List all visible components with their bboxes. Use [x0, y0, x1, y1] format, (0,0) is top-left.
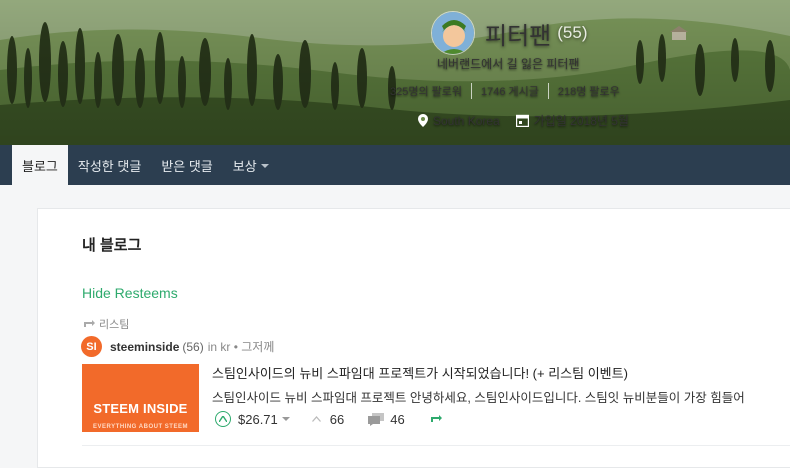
resteem-button[interactable] [430, 414, 443, 424]
post-category-time[interactable]: in kr • 그저께 [208, 338, 275, 355]
stats-divider [471, 83, 473, 99]
thumbnail-subtext: EVERYTHING ABOUT STEEM [93, 424, 188, 430]
resteem-icon [430, 415, 442, 422]
post-divider [82, 445, 790, 446]
profile-about: 네버랜드에서 길 잃은 피터팬 [437, 57, 580, 71]
comments-count[interactable]: 46 [368, 411, 405, 427]
profile-location: South Korea [433, 113, 500, 128]
payout-value[interactable]: $26.71 [238, 412, 278, 427]
tab-blog-label: 블로그 [22, 158, 58, 174]
location-pin-icon [418, 114, 428, 127]
posts-count: 1746 게시글 [481, 86, 539, 98]
post-title-link[interactable]: 스팀인사이드의 뉴비 스파임대 프로젝트가 시작되었습니다! (+ 리스팀 이벤… [212, 363, 628, 382]
stats-divider [547, 83, 549, 99]
profile-stats: 325명의 팔로워 1746 게시글 218명 팔로우 [390, 83, 620, 99]
profile-nav-bar: 블로그 작성한 댓글 받은 댓글 보상 [0, 145, 790, 185]
post-author-link[interactable]: steeminside [110, 340, 179, 354]
tab-blog[interactable]: 블로그 [12, 145, 68, 185]
profile-name-row: 피터팬 (55) [431, 11, 587, 55]
upvote-button[interactable] [215, 411, 231, 427]
following-link[interactable]: 218명 팔로우 [558, 83, 620, 99]
author-avatar[interactable]: SI [81, 336, 102, 357]
profile-joined: 가입일 2018년 5월 [533, 114, 629, 128]
vote-chevron-up-icon [311, 416, 321, 422]
comment-bubble-icon [368, 412, 385, 426]
tab-replies-label: 받은 댓글 [161, 158, 213, 174]
votes-value: 66 [329, 411, 345, 427]
post-excerpt[interactable]: 스팀인사이드 뉴비 스파임대 프로젝트 안녕하세요, 스팀인사이드입니다. 스팀… [212, 387, 745, 406]
tab-comments[interactable]: 작성한 댓글 [68, 145, 151, 185]
resteem-label-text: 리스팀 [99, 319, 130, 331]
tab-comments-label: 작성한 댓글 [77, 158, 142, 174]
banner-overlay [0, 0, 790, 145]
chevron-up-icon [219, 416, 227, 422]
blog-card: 내 블로그 Hide Resteems 리스팀 SI steeminside (… [37, 208, 790, 468]
comments-value: 46 [390, 411, 405, 427]
profile-meta: South Korea 가입일 2018년 5월 [418, 112, 629, 129]
votes-count[interactable]: 66 [311, 411, 345, 427]
avatar[interactable] [431, 11, 475, 55]
post-author-row: SI steeminside (56) in kr • 그저께 [81, 336, 274, 357]
post-thumbnail[interactable]: STEEM INSIDE EVERYTHING ABOUT STEEM [82, 364, 199, 432]
chevron-down-icon [260, 164, 269, 168]
chevron-down-icon[interactable] [281, 417, 290, 421]
profile-reputation: (55) [557, 23, 588, 42]
author-reputation: (56) [182, 339, 204, 354]
followers-link[interactable]: 325명의 팔로워 [390, 83, 462, 99]
thumbnail-text: STEEM INSIDE [93, 401, 188, 416]
profile-header-banner: 피터팬 (55) 네버랜드에서 길 잃은 피터팬 325명의 팔로워 1746 … [0, 0, 790, 145]
resteem-indicator: 리스팀 [83, 316, 129, 332]
resteem-icon [84, 320, 95, 327]
post-footer: $26.71 66 46 [215, 411, 443, 427]
hide-resteems-link[interactable]: Hide Resteems [82, 285, 178, 301]
calendar-icon [515, 114, 529, 127]
blog-title: 내 블로그 [82, 237, 142, 254]
tab-rewards-label: 보상 [232, 158, 257, 174]
tab-rewards[interactable]: 보상 [223, 145, 279, 185]
profile-name: 피터팬 [485, 22, 552, 50]
tab-replies[interactable]: 받은 댓글 [151, 145, 222, 185]
